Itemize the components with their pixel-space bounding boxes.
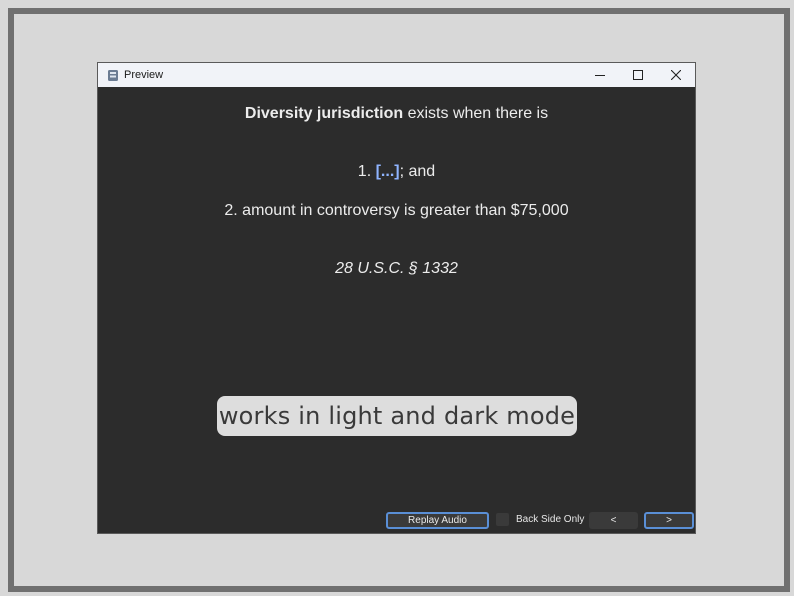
preview-window: Preview Diversity jurisdiction exists wh… [98,63,695,533]
list-item-1: 1. [...]; and [98,163,695,181]
list-item-2: 2. amount in controversy is greater than… [224,202,569,219]
maximize-button[interactable] [619,63,657,87]
bottom-bar: Replay Audio Back Side Only < > [98,509,695,533]
window-title: Preview [124,69,164,81]
back-side-only-checkbox[interactable] [496,513,509,526]
minimize-button[interactable] [581,63,619,87]
item1-prefix: 1. [357,163,376,180]
previous-button[interactable]: < [589,512,638,529]
maximize-icon [633,70,643,80]
citation: 28 U.S.C. § 1332 [335,260,458,277]
card-content: Diversity jurisdiction exists when there… [98,87,695,533]
item1-suffix: ; and [399,163,436,180]
heading-rest: exists when there is [403,105,549,122]
next-button[interactable]: > [644,512,694,529]
heading-bold-term: Diversity jurisdiction [244,105,404,122]
title-bar: Preview [98,63,695,87]
back-side-only-label: Back Side Only [516,514,585,525]
close-icon [671,70,681,80]
app-icon [106,69,119,82]
card-heading: Diversity jurisdiction exists when there… [98,105,695,123]
close-button[interactable] [657,63,695,87]
caption-pill: works in light and dark mode [217,396,577,436]
replay-audio-button[interactable]: Replay Audio [386,512,489,529]
minimize-icon [595,75,605,76]
cloze-deletion: [...] [375,163,400,180]
